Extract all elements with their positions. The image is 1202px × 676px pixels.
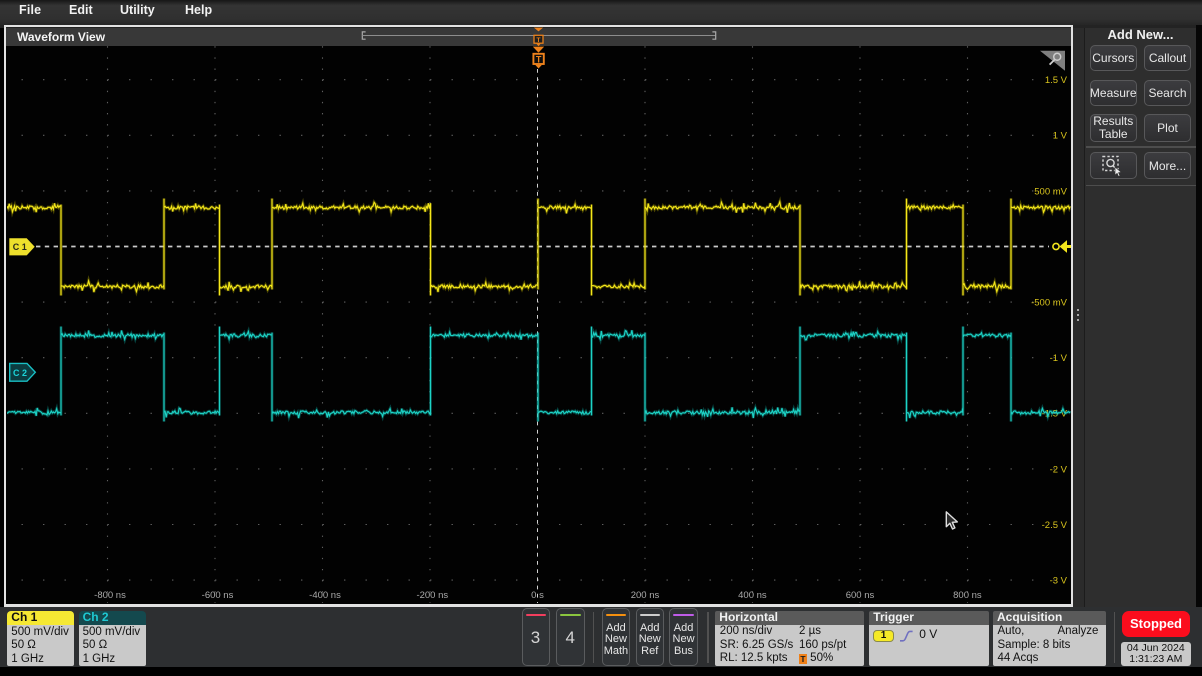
svg-text:T: T	[536, 54, 542, 64]
svg-text:-2.5 V: -2.5 V	[1042, 520, 1068, 531]
svg-text:-800 ns: -800 ns	[94, 590, 126, 601]
svg-text:C 1: C 1	[13, 242, 27, 252]
svg-text:0 s: 0 s	[531, 590, 544, 601]
svg-text:1.5 V: 1.5 V	[1045, 75, 1068, 86]
svg-text:-3 V: -3 V	[1050, 576, 1068, 587]
svg-text:800 ns: 800 ns	[953, 590, 982, 601]
svg-text:400 ns: 400 ns	[738, 590, 767, 601]
svg-text:-1 V: -1 V	[1050, 353, 1068, 364]
svg-text:1 V: 1 V	[1053, 131, 1068, 142]
svg-text:-600 ns: -600 ns	[202, 590, 234, 601]
svg-text:600 ns: 600 ns	[846, 590, 875, 601]
svg-text:200 ns: 200 ns	[631, 590, 660, 601]
svg-text:500 mV: 500 mV	[1034, 186, 1067, 197]
svg-text:-500 mV: -500 mV	[1031, 298, 1068, 309]
svg-text:C 2: C 2	[13, 368, 27, 378]
svg-text:-2 V: -2 V	[1050, 464, 1068, 475]
svg-text:-200 ns: -200 ns	[416, 590, 448, 601]
svg-text:-400 ns: -400 ns	[309, 590, 341, 601]
